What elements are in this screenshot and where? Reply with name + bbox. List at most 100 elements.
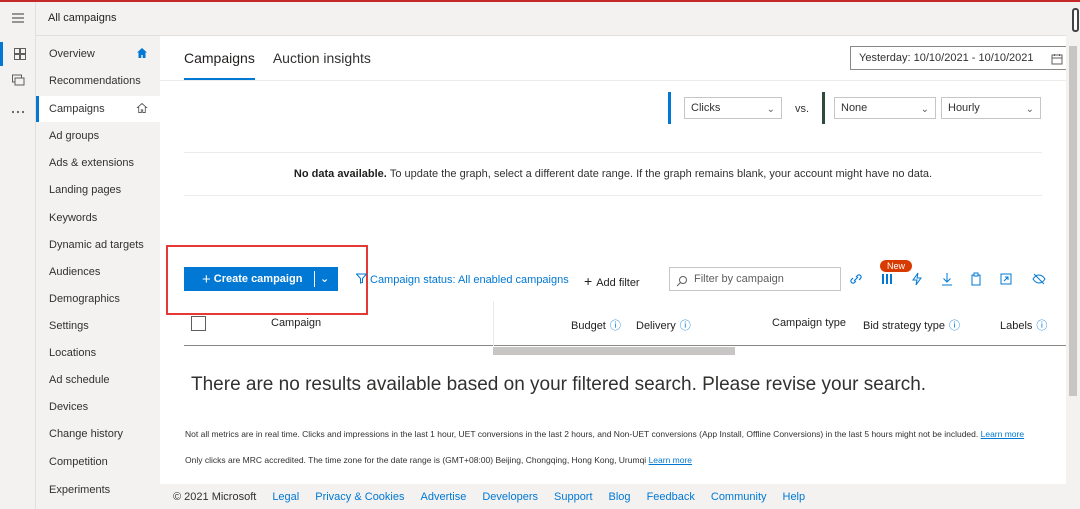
sidebar-item-competition[interactable]: Competition: [36, 449, 160, 475]
sidebar-item-label: Keywords: [49, 212, 98, 224]
vertical-scrollbar[interactable]: [1066, 2, 1080, 509]
download-icon[interactable]: [941, 272, 957, 288]
sidebar-item-experiments[interactable]: Experiments: [36, 477, 160, 503]
copyright: © 2021 Microsoft: [173, 490, 257, 503]
footer-link-feedback[interactable]: Feedback: [647, 491, 695, 503]
link-icon[interactable]: [849, 272, 865, 288]
select-all-checkbox[interactable]: [191, 316, 206, 331]
metric1-value: Clicks: [691, 102, 721, 114]
sidebar-item-label: Dynamic ad targets: [49, 239, 144, 251]
column-bid-strategy-type[interactable]: Bid strategy type ⓘ: [863, 317, 960, 333]
sidebar-item-label: Settings: [49, 320, 89, 332]
metric1-color-bar: [668, 92, 671, 124]
icon-rail: [0, 2, 36, 509]
sidebar-item-label: Locations: [49, 347, 97, 359]
date-range-picker[interactable]: Yesterday: 10/10/2021 - 10/10/2021: [850, 46, 1070, 70]
sidebar-item-locations[interactable]: Locations: [36, 340, 160, 366]
copy-icon[interactable]: [970, 272, 986, 288]
column-budget[interactable]: Budget ⓘ: [571, 317, 621, 333]
sidebar-item-dynamic-ad-targets[interactable]: Dynamic ad targets: [36, 232, 160, 258]
tab-campaigns[interactable]: Campaigns: [184, 36, 255, 80]
no-data-message: No data available. To update the graph, …: [184, 152, 1042, 196]
columns-icon[interactable]: [881, 272, 897, 288]
column-delivery[interactable]: Delivery ⓘ: [636, 317, 691, 333]
table-header: Campaign Budget ⓘ Delivery ⓘ Campaign type…: [184, 301, 1066, 346]
sidebar-item-change-history[interactable]: Change history: [36, 421, 160, 447]
create-campaign-button[interactable]: + Create campaign ⌄: [184, 267, 338, 291]
sidebar-item-label: Ad groups: [49, 130, 100, 142]
help-icon[interactable]: ⓘ: [610, 320, 621, 332]
help-icon[interactable]: ⓘ: [949, 320, 960, 332]
more-icon[interactable]: [0, 100, 36, 124]
footer-link-advertise[interactable]: Advertise: [421, 491, 467, 503]
column-label: Budget: [571, 320, 606, 332]
page-header: All campaigns: [36, 2, 1080, 36]
sidebar-item-ad-groups[interactable]: Ad groups: [36, 123, 160, 149]
menu-icon[interactable]: [0, 6, 36, 30]
footer-link-community[interactable]: Community: [711, 491, 767, 503]
sidebar-item-audiences[interactable]: Audiences: [36, 259, 160, 285]
new-badge: New: [880, 260, 912, 272]
sidebar-item-label: Audiences: [49, 266, 101, 278]
metric1-dropdown[interactable]: Clicks ⌄: [684, 97, 782, 119]
sidebar-item-label: Change history: [49, 428, 123, 440]
column-campaign[interactable]: Campaign: [271, 317, 321, 329]
sidebar-item-settings[interactable]: Settings: [36, 313, 160, 339]
help-icon[interactable]: ⓘ: [1036, 320, 1047, 332]
sidebar-item-label: Recommendations: [49, 75, 141, 87]
reports-rail-icon[interactable]: [0, 68, 36, 92]
status-filter-label: Campaign status: All enabled campaigns: [370, 273, 569, 286]
plus-icon: +: [584, 273, 593, 289]
sidebar-item-campaigns[interactable]: Campaigns: [36, 96, 160, 122]
footer-link-blog[interactable]: Blog: [609, 491, 631, 503]
home-filled-icon: [136, 47, 148, 62]
plus-icon: +: [202, 270, 211, 288]
column-label: Labels: [1000, 320, 1033, 332]
campaign-status-filter[interactable]: Campaign status: All enabled campaigns: [355, 273, 569, 287]
campaign-search-input[interactable]: Filter by campaign: [669, 267, 841, 291]
sidebar-item-overview[interactable]: Overview: [36, 41, 160, 67]
main-content: Campaigns Auction insights Yesterday: 10…: [160, 36, 1070, 484]
column-campaign-type[interactable]: Campaign type: [772, 317, 846, 329]
metric2-dropdown[interactable]: None ⌄: [834, 97, 936, 119]
campaigns-rail-icon[interactable]: [0, 42, 36, 66]
chevron-down-icon: ⌄: [1025, 104, 1034, 115]
footer-link-privacy[interactable]: Privacy & Cookies: [315, 491, 404, 503]
tab-bar: Campaigns Auction insights: [184, 36, 389, 80]
scroll-thumb[interactable]: [1069, 46, 1077, 396]
sidebar-item-devices[interactable]: Devices: [36, 394, 160, 420]
tab-auction-insights[interactable]: Auction insights: [273, 36, 371, 80]
split-divider: [314, 271, 315, 287]
page-title: All campaigns: [48, 12, 117, 24]
chevron-down-icon[interactable]: ⌄: [320, 272, 329, 285]
home-outline-icon: [136, 102, 148, 117]
sidebar-item-landing-pages[interactable]: Landing pages: [36, 177, 160, 203]
footer-link-developers[interactable]: Developers: [482, 491, 538, 503]
granularity-value: Hourly: [948, 102, 980, 114]
sidebar-item-label: Campaigns: [49, 103, 105, 115]
sidebar-item-ad-schedule[interactable]: Ad schedule: [36, 367, 160, 393]
column-divider: [493, 301, 494, 346]
granularity-dropdown[interactable]: Hourly ⌄: [941, 97, 1041, 119]
expand-icon[interactable]: [1000, 272, 1016, 288]
sidebar-item-ads-extensions[interactable]: Ads & extensions: [36, 150, 160, 176]
sidebar-item-keywords[interactable]: Keywords: [36, 205, 160, 231]
scroll-handle[interactable]: [1072, 8, 1079, 32]
sidebar-item-recommendations[interactable]: Recommendations: [36, 68, 160, 94]
sidebar-item-label: Ads & extensions: [49, 157, 134, 169]
footer-link-help[interactable]: Help: [783, 491, 806, 503]
add-filter-button[interactable]: + Add filter: [584, 273, 640, 289]
calendar-icon: [1051, 51, 1063, 73]
horizontal-scrollbar[interactable]: [493, 347, 735, 355]
column-labels[interactable]: Labels ⓘ: [1000, 317, 1047, 333]
learn-more-link[interactable]: Learn more: [649, 455, 692, 465]
chevron-down-icon: ⌄: [766, 104, 775, 115]
footer-link-legal[interactable]: Legal: [272, 491, 299, 503]
help-icon[interactable]: ⓘ: [680, 320, 691, 332]
learn-more-link[interactable]: Learn more: [981, 429, 1024, 439]
sidebar-item-label: Overview: [49, 48, 95, 60]
footer-link-support[interactable]: Support: [554, 491, 593, 503]
sidebar-item-demographics[interactable]: Demographics: [36, 286, 160, 312]
lightning-icon[interactable]: [911, 272, 927, 288]
hide-icon[interactable]: [1032, 272, 1048, 288]
